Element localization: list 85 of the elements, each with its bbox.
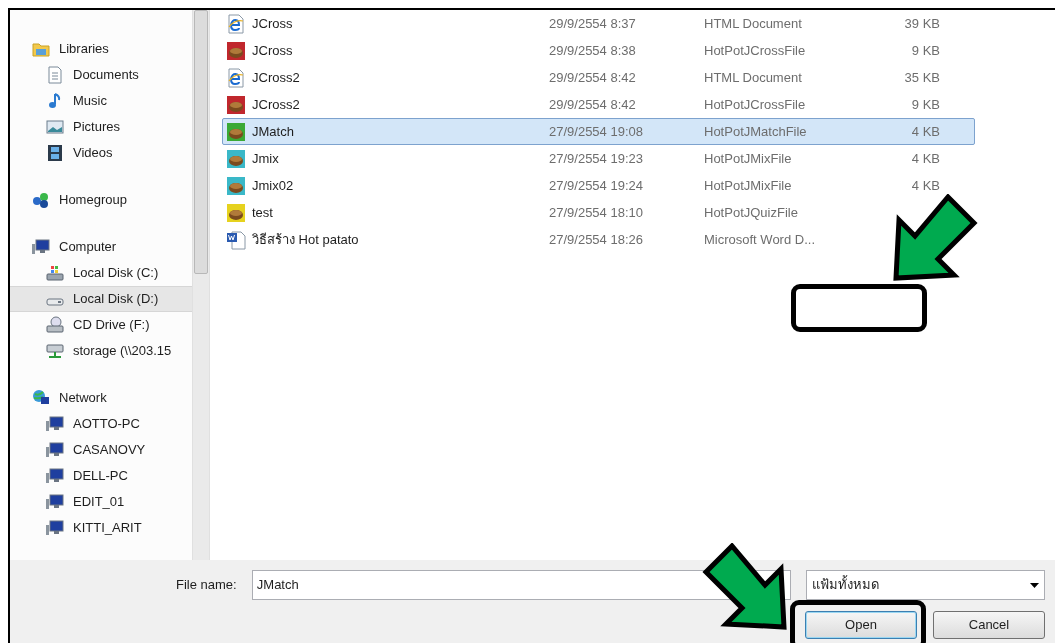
- file-row[interactable]: JCross 29/9/2554 8:37 HTML Document 39 KB: [222, 10, 975, 37]
- file-size: 4 KB: [910, 176, 940, 195]
- file-date: 27/9/2554 19:24: [549, 176, 644, 195]
- file-size: 9 KB: [910, 41, 940, 60]
- dialog-button[interactable]: Open: [805, 611, 917, 639]
- dialog-button[interactable]: Cancel: [933, 611, 1045, 639]
- file-size: 4 KB: [910, 149, 940, 168]
- file-row[interactable]: JMatch 27/9/2554 19:08 HotPotJMatchFile 4 KB: [222, 118, 975, 145]
- file-type: HTML Document: [704, 14, 803, 33]
- network-drive-icon: [46, 342, 64, 360]
- file-row[interactable]: JCross 29/9/2554 8:38 HotPotJCrossFile 9 KB: [222, 37, 975, 64]
- nav-item[interactable]: storage (\\203.15: [10, 338, 192, 364]
- web-page-icon: [226, 67, 246, 88]
- file-type: HTML Document: [704, 68, 803, 87]
- cd-drive-icon: [46, 316, 64, 334]
- file-row[interactable]: test 27/9/2554 18:10 HotPotJQuizFile: [222, 199, 975, 226]
- nav-item[interactable]: Videos: [10, 140, 192, 166]
- file-row[interactable]: Jmix 27/9/2554 19:23 HotPotJMixFile 4 KB: [222, 145, 975, 172]
- file-name-label: File name:: [176, 576, 238, 595]
- file-name: JCross2: [252, 95, 300, 114]
- file-row[interactable]: JCross2 29/9/2554 8:42 HotPotJCrossFile 9 KB: [222, 91, 975, 118]
- nav-item[interactable]: Local Disk (C:): [10, 260, 192, 286]
- file-date: 29/9/2554 8:37: [549, 14, 637, 33]
- drive-icon: [46, 298, 64, 306]
- nav-item[interactable]: Pictures: [10, 114, 192, 140]
- nav-item[interactable]: KITTI_ARIT: [10, 515, 192, 541]
- file-size: 4 KB: [910, 122, 940, 141]
- word-document-icon: [226, 229, 246, 250]
- file-row[interactable]: วิธีสร้าง Hot patato 27/9/2554 18:26 Microsoft Word D...: [222, 226, 975, 253]
- file-name: JCross: [252, 41, 293, 60]
- nav-item[interactable]: Documents: [10, 62, 192, 88]
- file-date: 27/9/2554 19:08: [549, 122, 644, 141]
- nav-item[interactable]: CASANOVY: [10, 437, 192, 463]
- file-date: 27/9/2554 19:23: [549, 149, 644, 168]
- film-icon: [46, 144, 64, 162]
- computer-icon: [46, 467, 64, 485]
- file-name: วิธีสร้าง Hot patato: [252, 230, 359, 249]
- file-date: 29/9/2554 8:42: [549, 95, 637, 114]
- nav-item[interactable]: Libraries: [10, 36, 192, 62]
- folder-icon: [32, 40, 50, 58]
- file-date: 29/9/2554 8:38: [549, 41, 637, 60]
- nav-item[interactable]: Computer: [10, 234, 192, 260]
- homegroup-icon: [32, 191, 50, 209]
- file-size: 9 KB: [910, 95, 940, 114]
- nav-item[interactable]: Network: [10, 385, 192, 411]
- nav-item[interactable]: EDIT_01: [10, 489, 192, 515]
- file-type: Microsoft Word D...: [704, 230, 816, 249]
- file-date: 29/9/2554 8:42: [549, 68, 637, 87]
- computer-icon: [46, 415, 64, 433]
- document-icon: [46, 66, 64, 84]
- file-name: JMatch: [252, 122, 294, 141]
- nav-item[interactable]: Homegroup: [10, 187, 192, 213]
- file-date: 27/9/2554 18:10: [549, 203, 644, 222]
- file-size: 35 KB: [903, 68, 940, 87]
- file-type: HotPotJMatchFile: [704, 122, 808, 141]
- web-page-icon: [226, 13, 246, 34]
- file-name: JCross: [252, 14, 293, 33]
- nav-item[interactable]: DELL-PC: [10, 463, 192, 489]
- picture-icon: [46, 118, 64, 136]
- nav-item[interactable]: AOTTO-PC: [10, 411, 192, 437]
- computer-icon: [32, 238, 50, 256]
- scrollbar[interactable]: [192, 10, 210, 560]
- file-date: 27/9/2554 18:26: [549, 230, 644, 249]
- file-name: JCross2: [252, 68, 300, 87]
- file-row[interactable]: Jmix02 27/9/2554 19:24 HotPotJMixFile 4 KB: [222, 172, 975, 199]
- nav-item[interactable]: Music: [10, 88, 192, 114]
- nav-item[interactable]: CD Drive (F:): [10, 312, 192, 338]
- file-type: HotPotJCrossFile: [704, 41, 807, 60]
- file-row[interactable]: JCross2 29/9/2554 8:42 HTML Document 35 KB: [222, 64, 975, 91]
- file-type: HotPotJCrossFile: [704, 95, 807, 114]
- file-type-dropdown[interactable]: แฟ้มทั้งหมด: [805, 570, 1045, 600]
- computer-icon: [46, 493, 64, 511]
- file-type: HotPotJMixFile: [704, 149, 793, 168]
- file-type: HotPotJMixFile: [704, 176, 793, 195]
- file-size: 39 KB: [903, 14, 940, 33]
- computer-icon: [46, 441, 64, 459]
- network-icon: [32, 389, 50, 407]
- nav-item[interactable]: Local Disk (D:): [10, 286, 192, 312]
- file-type: HotPotJQuizFile: [704, 203, 799, 222]
- drive-icon: [46, 264, 64, 282]
- caret-icon: [1030, 582, 1039, 588]
- file-name: test: [252, 203, 273, 222]
- file-name: Jmix02: [252, 176, 294, 195]
- computer-icon: [46, 519, 64, 537]
- file-name: Jmix: [252, 149, 279, 168]
